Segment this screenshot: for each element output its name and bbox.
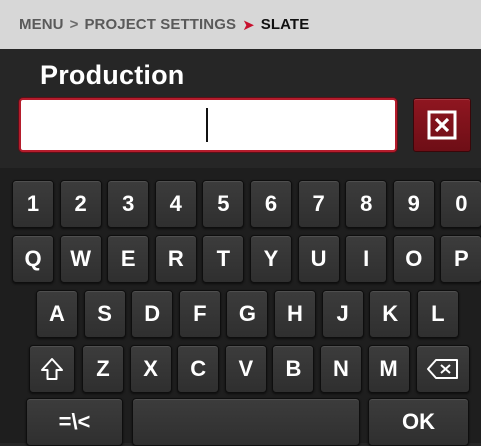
key-s-label: S xyxy=(97,301,112,326)
key-q-label: Q xyxy=(24,246,42,271)
key-g[interactable]: G xyxy=(226,290,269,338)
key-7[interactable]: 7 xyxy=(297,180,340,228)
key-0-label: 0 xyxy=(455,191,468,216)
key-f[interactable]: F xyxy=(178,290,221,338)
key-a-label: A xyxy=(49,301,65,326)
key-2[interactable]: 2 xyxy=(59,180,102,228)
key-d-label: D xyxy=(144,301,161,326)
key-v-label: V xyxy=(238,356,254,381)
backspace-icon xyxy=(427,359,458,379)
production-text-field[interactable] xyxy=(19,98,397,152)
key-p-label: P xyxy=(454,246,469,271)
key-e[interactable]: E xyxy=(107,235,150,283)
key-4[interactable]: 4 xyxy=(154,180,197,228)
key-b-label: B xyxy=(285,356,302,381)
breadcrumb-project-settings[interactable]: PROJECT SETTINGS xyxy=(84,16,236,33)
key-r-label: R xyxy=(167,246,184,271)
shift-icon xyxy=(41,358,63,380)
key-c[interactable]: C xyxy=(177,345,220,393)
breadcrumb-current-page: SLATE xyxy=(260,16,310,33)
key-1[interactable]: 1 xyxy=(12,180,54,228)
key-r[interactable]: R xyxy=(154,235,197,283)
key-u[interactable]: U xyxy=(297,235,340,283)
key-z[interactable]: Z xyxy=(82,345,124,393)
key-t[interactable]: T xyxy=(202,235,245,283)
key-0[interactable]: 0 xyxy=(440,180,481,228)
key-k-label: K xyxy=(382,301,399,326)
key-8[interactable]: 8 xyxy=(345,180,388,228)
key-a[interactable]: A xyxy=(36,290,78,338)
key-f-label: F xyxy=(193,301,207,326)
key-c-label: C xyxy=(190,356,207,381)
key-4-label: 4 xyxy=(169,191,182,216)
key-1-label: 1 xyxy=(26,191,40,216)
key-e-label: E xyxy=(120,246,136,271)
backspace-key[interactable] xyxy=(416,345,470,393)
key-2-label: 2 xyxy=(74,191,87,216)
symbols-key[interactable]: =\< xyxy=(26,398,123,446)
key-v[interactable]: V xyxy=(224,345,267,393)
key-z-label: Z xyxy=(96,356,110,381)
breadcrumb-separator: > xyxy=(69,16,79,33)
key-l[interactable]: L xyxy=(416,290,459,338)
key-b[interactable]: B xyxy=(272,345,315,393)
key-n[interactable]: N xyxy=(320,345,362,393)
key-k[interactable]: K xyxy=(369,290,412,338)
key-j-label: J xyxy=(336,301,349,326)
key-y-label: Y xyxy=(263,246,279,271)
key-x[interactable]: X xyxy=(129,345,172,393)
key-s[interactable]: S xyxy=(83,290,126,338)
key-3[interactable]: 3 xyxy=(107,180,150,228)
key-6[interactable]: 6 xyxy=(250,180,292,228)
key-w[interactable]: W xyxy=(59,235,102,283)
symbols-key-label: =\< xyxy=(58,409,91,434)
breadcrumb: MENU > PROJECT SETTINGS ➤ SLATE xyxy=(0,0,481,49)
key-8-label: 8 xyxy=(360,191,373,216)
key-q[interactable]: Q xyxy=(12,235,54,283)
key-w-label: W xyxy=(70,246,91,271)
key-9[interactable]: 9 xyxy=(392,180,435,228)
key-9-label: 9 xyxy=(407,191,420,216)
breadcrumb-menu[interactable]: MENU xyxy=(19,16,64,33)
key-m-label: M xyxy=(379,356,398,381)
key-y[interactable]: Y xyxy=(250,235,292,283)
clear-icon xyxy=(427,110,457,140)
clear-text-button[interactable] xyxy=(413,98,471,152)
key-i-label: I xyxy=(363,246,370,271)
key-p[interactable]: P xyxy=(440,235,481,283)
key-d[interactable]: D xyxy=(131,290,174,338)
shift-key[interactable] xyxy=(29,345,75,393)
space-key[interactable] xyxy=(132,398,360,446)
breadcrumb-active-separator: ➤ xyxy=(242,16,255,34)
key-6-label: 6 xyxy=(264,191,278,216)
key-5[interactable]: 5 xyxy=(202,180,245,228)
text-cursor xyxy=(206,108,208,142)
ok-button[interactable]: OK xyxy=(368,398,469,446)
key-3-label: 3 xyxy=(122,191,135,216)
key-o[interactable]: O xyxy=(392,235,435,283)
key-t-label: T xyxy=(216,246,231,271)
field-title: Production xyxy=(40,60,185,90)
key-5-label: 5 xyxy=(217,191,230,216)
key-i[interactable]: I xyxy=(345,235,388,283)
ok-button-label: OK xyxy=(402,409,435,434)
key-g-label: G xyxy=(238,301,256,326)
key-o-label: O xyxy=(405,246,423,271)
key-7-label: 7 xyxy=(312,191,325,216)
key-l-label: L xyxy=(431,301,445,326)
key-x-label: X xyxy=(143,356,158,381)
key-h[interactable]: H xyxy=(274,290,316,338)
key-h-label: H xyxy=(287,301,303,326)
key-j[interactable]: J xyxy=(321,290,364,338)
key-n-label: N xyxy=(333,356,349,381)
key-u-label: U xyxy=(310,246,327,271)
key-m[interactable]: M xyxy=(367,345,410,393)
